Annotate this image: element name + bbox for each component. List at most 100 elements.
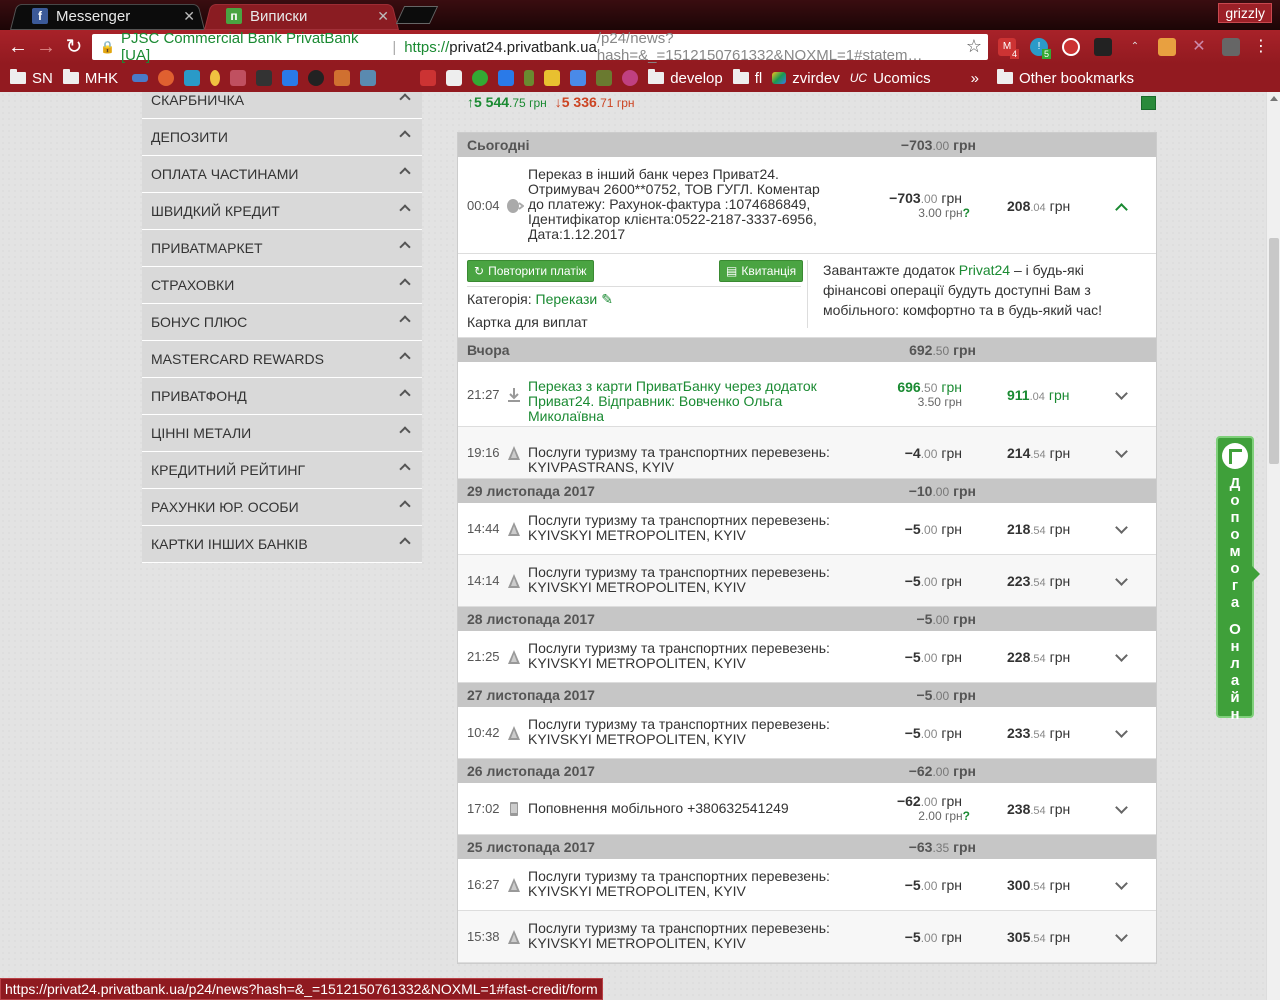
bookmark-link[interactable] [158,70,175,86]
excel-export-icon[interactable] [1141,96,1156,110]
bookmark-link[interactable]: zvirdev [772,70,840,87]
sidebar-item[interactable]: БОНУС ПЛЮС [142,304,422,341]
fee-help-icon[interactable]: ? [963,206,970,220]
extension-icon[interactable]: ✕ [1190,38,1208,56]
bookmark-star-icon[interactable]: ☆ [966,36,982,57]
close-tab-icon[interactable]: ✕ [377,8,389,25]
bookmark-link[interactable] [570,70,587,86]
transaction-row[interactable]: 21:25 Послуги туризму та транспортних пер… [458,631,1156,683]
transaction-row[interactable]: 10:42 Послуги туризму та транспортних пер… [458,707,1156,759]
transaction-row[interactable]: 00:04 Переказ в інший банк через Приват24… [458,157,1156,254]
bookmark-link[interactable] [498,70,515,86]
tab-messenger[interactable]: f Messenger ✕ [10,2,205,30]
sidebar-item[interactable]: КАРТКИ ІНШИХ БАНКІВ [142,526,422,563]
chevron-up-icon[interactable] [1115,200,1129,214]
chevron-down-icon[interactable] [1115,523,1129,537]
bookmark-link[interactable] [282,70,299,86]
sidebar-item[interactable]: ПРИВАТФОНД [142,378,422,415]
bookmark-link[interactable] [420,70,437,86]
receipt-icon: ▤ [726,264,738,278]
forward-icon[interactable]: → [34,36,58,60]
transaction-row[interactable]: 14:14 Послуги туризму та транспортних пер… [458,555,1156,607]
bookmark-link[interactable] [622,70,639,86]
bookmark-folder[interactable]: develop [648,69,723,87]
scroll-up-icon[interactable] [1270,96,1278,101]
sidebar-item[interactable]: ПРИВАТМАРКЕТ [142,230,422,267]
chevron-up-icon [400,388,408,396]
transaction-description: Послуги туризму та транспортних перевезе… [528,920,830,951]
bookmark-folder[interactable]: MHK [62,69,118,87]
extension-icon[interactable] [1094,38,1112,56]
chevron-down-icon[interactable] [1115,931,1129,945]
transaction-row[interactable]: 21:27 Переказ з карти ПриватБанку через д… [458,362,1156,427]
chevron-down-icon[interactable] [1115,727,1129,741]
bookmark-link[interactable] [256,70,273,86]
currency-label: грн [1049,877,1071,893]
menu-icon[interactable]: ⋮ [1252,38,1270,56]
bookmark-link[interactable] [334,70,351,86]
sidebar-item[interactable]: КРЕДИТНИЙ РЕЙТИНГ [142,452,422,489]
sidebar-item[interactable]: СКАРБНИЧКА [142,92,422,119]
chevron-down-icon[interactable] [1115,389,1129,403]
bookmark-link[interactable]: UC Ucomics [850,70,931,87]
other-bookmarks[interactable]: Other bookmarks [996,69,1134,87]
chevron-down-icon[interactable] [1115,651,1129,665]
extension-icon[interactable]: ⌃ [1126,38,1144,56]
chevron-down-icon[interactable] [1115,575,1129,589]
bookmark-folder[interactable]: fl [732,69,762,87]
bookmark-link[interactable] [524,70,535,86]
sidebar-item[interactable]: РАХУНКИ ЮР. ОСОБИ [142,489,422,526]
address-bar[interactable]: 🔒 PJSC Commercial Bank PrivatBank [UA] |… [92,30,988,64]
currency-label: грн [941,521,962,537]
extension-icon[interactable] [1222,38,1240,56]
bookmark-link[interactable] [360,70,377,86]
edit-pencil-icon[interactable]: ✎ [601,291,613,307]
bookmark-link[interactable] [210,70,221,86]
transaction-row[interactable]: 16:27 Послуги туризму та транспортних пер… [458,859,1156,911]
sidebar-item[interactable]: СТРАХОВКИ [142,267,422,304]
bookmark-link[interactable] [308,70,325,86]
scrollbar-thumb[interactable] [1269,238,1279,464]
profile-button[interactable]: grizzly [1218,3,1272,23]
receipt-button[interactable]: ▤ Квитанція [719,260,804,282]
reload-icon[interactable]: ↻ [62,36,86,60]
back-icon[interactable]: ← [6,36,30,60]
transaction-row[interactable]: 14:44 Послуги туризму та транспортних пер… [458,503,1156,555]
ev-certificate-label[interactable]: PJSC Commercial Bank PrivatBank [UA] [121,30,384,64]
amount-main: −5 [904,929,921,945]
sidebar-item[interactable]: ЦІННІ МЕТАЛИ [142,415,422,452]
bookmarks-overflow-button[interactable]: » [971,70,979,87]
tab-statements[interactable]: п Виписки ✕ [204,2,399,30]
sidebar-item[interactable]: MASTERCARD REWARDS [142,341,422,378]
repeat-payment-button[interactable]: ↻ Повторити платіж [467,260,594,282]
new-tab-button[interactable] [395,6,439,24]
chevron-down-icon[interactable] [1115,447,1129,461]
sidebar-item[interactable]: ШВИДКИЙ КРЕДИТ [142,193,422,230]
bookmark-folder[interactable]: SN [10,69,53,87]
fee-help-icon[interactable]: ? [963,809,970,823]
bookmark-link[interactable] [184,70,201,86]
adblock-icon[interactable] [1062,38,1080,56]
bookmark-link[interactable] [472,70,489,86]
help-online-tab[interactable]: Допомога Онлайн [1216,436,1260,723]
transaction-amount: −5.00 грн [905,725,962,741]
bookmark-link[interactable] [544,70,561,86]
bookmark-link[interactable] [132,74,149,82]
transaction-row[interactable]: 19:16 Послуги туризму та транспортних пер… [458,427,1156,479]
transaction-row[interactable]: 15:38 Послуги туризму та транспортних пер… [458,911,1156,963]
bookmark-link[interactable] [446,70,463,86]
sidebar-item[interactable]: ДЕПОЗИТИ [142,119,422,156]
page-scrollbar[interactable] [1266,92,1280,1000]
bookmark-link[interactable] [230,70,247,86]
chevron-down-icon[interactable] [1115,879,1129,893]
extension-icon[interactable] [1158,38,1176,56]
transaction-row[interactable]: 17:02 Поповнення мобільного +380632541249… [458,783,1156,835]
close-tab-icon[interactable]: ✕ [183,8,195,25]
sidebar-item-label: ПРИВАТФОНД [151,388,247,404]
bookmark-link[interactable] [596,70,613,86]
transaction-amount: −5.00 грн [905,877,962,893]
promo-link[interactable]: Privat24 [959,262,1010,278]
sidebar-item[interactable]: ОПЛАТА ЧАСТИНАМИ [142,156,422,193]
category-link[interactable]: Перекази [536,291,598,307]
chevron-down-icon[interactable] [1115,803,1129,817]
